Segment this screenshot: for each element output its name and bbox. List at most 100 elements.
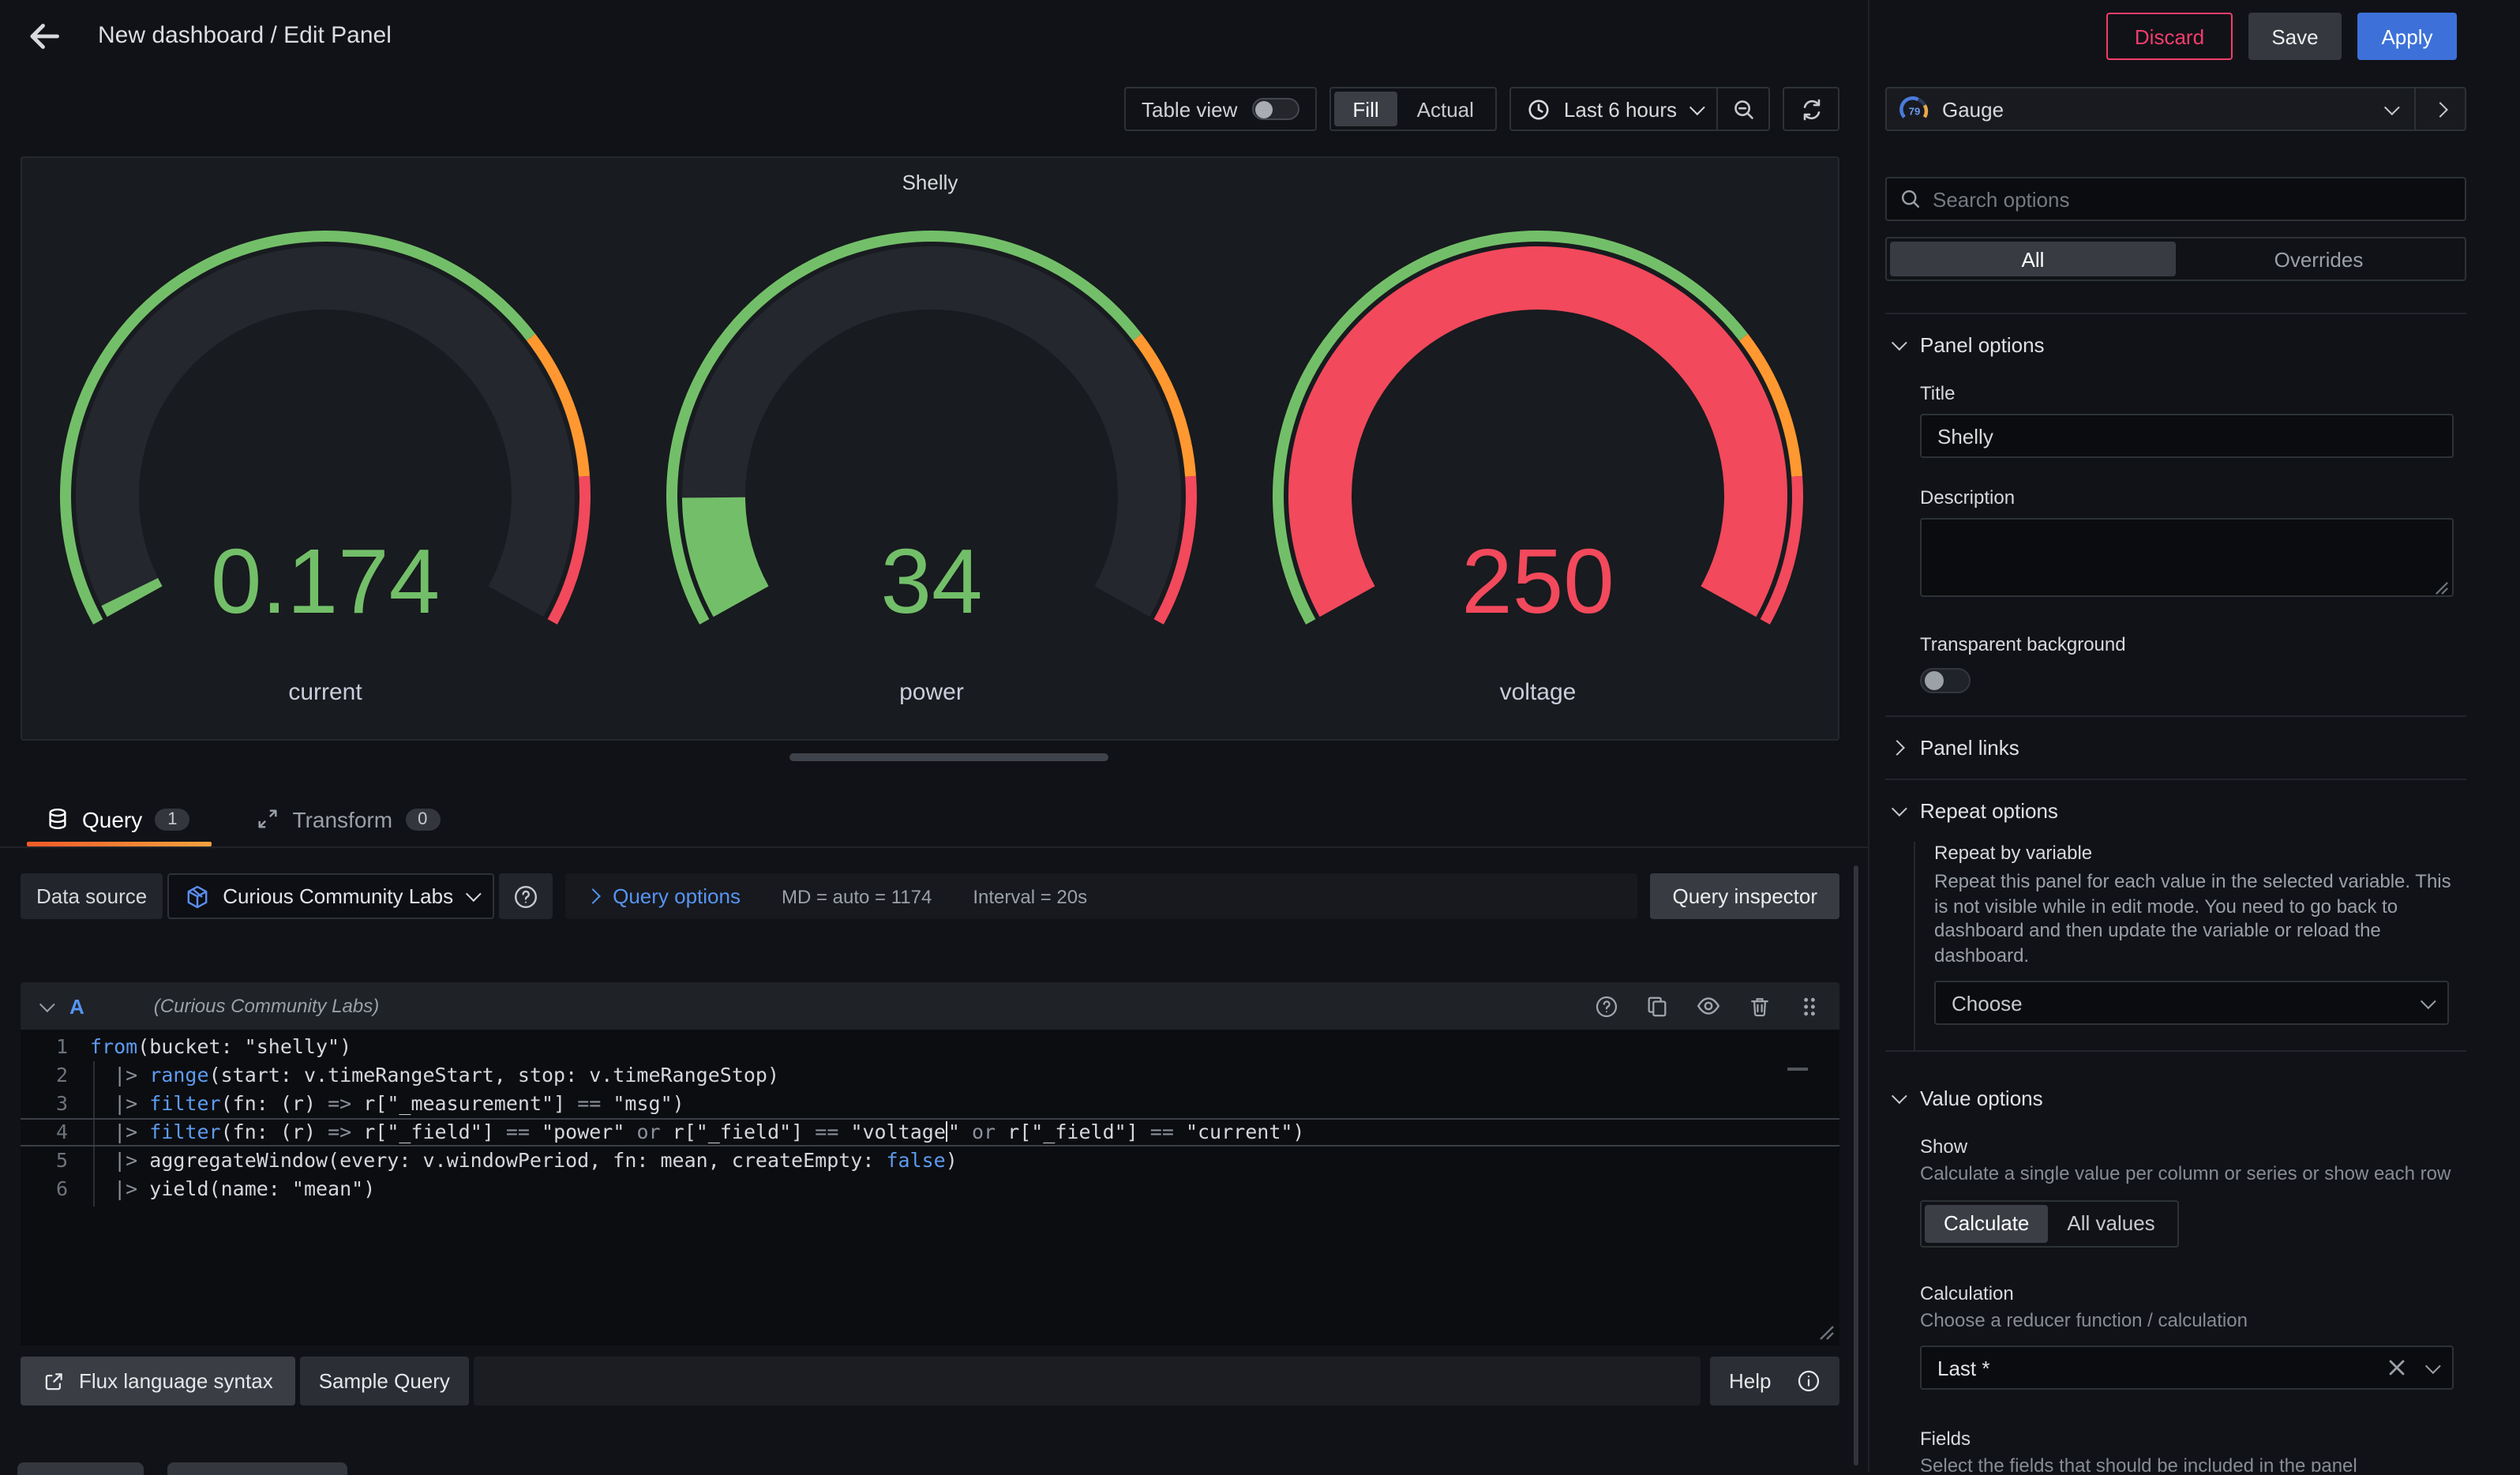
duplicate-query-button[interactable] [1645, 994, 1669, 1018]
panel-options-header[interactable]: Panel options [1885, 314, 2466, 363]
tab-transform-label: Transform [293, 806, 393, 831]
tab-transform[interactable]: Transform 0 [253, 785, 456, 846]
help-circle-icon [513, 884, 538, 909]
add-query-button-cut[interactable] [17, 1462, 144, 1475]
all-overrides-tabs: All Overrides [1885, 237, 2466, 281]
clear-icon[interactable] [2387, 1358, 2406, 1377]
tabs-divider [0, 846, 1868, 848]
zoom-out-button[interactable] [1718, 88, 1768, 129]
disable-query-button[interactable] [1696, 993, 1721, 1019]
gauge-current: 0.174current [22, 205, 628, 720]
datasource-help-button[interactable] [499, 873, 553, 919]
viz-name: Gauge [1942, 97, 2004, 121]
chevron-down-icon [2425, 1357, 2441, 1373]
repeat-description: Repeat this panel for each value in the … [1934, 870, 2466, 968]
visualization-picker[interactable]: 79 Gauge [1885, 87, 2466, 131]
back-arrow-icon[interactable] [25, 17, 63, 55]
datasource-name: Curious Community Labs [223, 884, 453, 908]
gauge-label: power [628, 679, 1235, 706]
fields-description: Select the fields that should be include… [1920, 1454, 2466, 1472]
calculate-button[interactable]: Calculate [1925, 1204, 2048, 1242]
fields-label: Fields [1920, 1428, 2466, 1450]
flux-syntax-button[interactable]: Flux language syntax [21, 1357, 295, 1406]
repeat-select-value: Choose [1952, 991, 2421, 1015]
code-line-6[interactable]: 6 |> yield(name: "mean") [21, 1175, 1839, 1203]
table-view-group: Table view [1124, 87, 1316, 131]
calculation-label: Calculation [1920, 1282, 2466, 1304]
panel-title-input[interactable] [1920, 414, 2454, 458]
delete-query-button[interactable] [1748, 994, 1772, 1018]
title-label: Title [1920, 382, 2466, 404]
query-help-button[interactable] [1595, 994, 1618, 1018]
table-view-toggle[interactable] [1251, 98, 1299, 120]
description-textarea[interactable] [1920, 518, 2454, 597]
query-count-badge: 1 [155, 808, 189, 830]
query-options-toggle[interactable]: Query options [587, 884, 741, 908]
panel-title: Shelly [22, 171, 1838, 194]
code-line-4[interactable]: 4 |> filter(fn: (r) => r["_field"] == "p… [21, 1118, 1839, 1147]
chevron-right-icon [2432, 101, 2448, 117]
sample-query-button[interactable]: Sample Query [300, 1357, 469, 1406]
query-options-label: Query options [613, 884, 741, 908]
grip-dots-icon [1798, 994, 1821, 1018]
drag-handle[interactable] [1798, 994, 1821, 1018]
panel-links-header[interactable]: Panel links [1885, 717, 2466, 779]
horizontal-scrollbar[interactable] [789, 753, 1108, 761]
eye-icon [1696, 993, 1721, 1019]
gauge-label: voltage [1235, 679, 1839, 706]
gauge-value: 250 [1461, 530, 1614, 632]
collapse-options-button[interactable] [2414, 88, 2465, 129]
chevron-down-icon [1689, 99, 1705, 114]
datasource-select[interactable]: Curious Community Labs [167, 873, 494, 919]
datasource-row: Data source Curious Community Labs Query… [21, 873, 1839, 919]
table-view-label: Table view [1142, 97, 1237, 121]
datasource-label: Data source [21, 873, 163, 919]
add-expression-button-cut[interactable] [167, 1462, 347, 1475]
gauge-power: 34power [628, 205, 1235, 720]
time-range-label: Last 6 hours [1564, 97, 1677, 121]
all-values-button[interactable]: All values [2048, 1204, 2173, 1242]
query-ref-id[interactable]: A [69, 994, 84, 1018]
repeat-options-header[interactable]: Repeat options [1885, 780, 2466, 829]
section-value-options: Value options Show Calculate a single va… [1885, 1050, 2466, 1472]
query-inspector-button[interactable]: Query inspector [1650, 873, 1839, 919]
chevron-down-icon [466, 886, 482, 902]
code-line-1[interactable]: 1from(bucket: "shelly") [21, 1033, 1839, 1061]
editor-resize-handle[interactable] [1819, 1325, 1835, 1341]
chevron-right-icon [585, 888, 601, 904]
tab-query[interactable]: Query 1 [43, 785, 206, 846]
value-options-header[interactable]: Value options [1885, 1052, 2466, 1117]
repeat-variable-select[interactable]: Choose [1934, 981, 2449, 1025]
external-link-icon [43, 1370, 65, 1392]
gauge-voltage: 250 voltage [1235, 205, 1839, 720]
fill-button[interactable]: Fill [1333, 92, 1397, 126]
collapse-query-icon[interactable] [39, 996, 55, 1011]
help-button[interactable]: Help [1710, 1357, 1839, 1406]
search-options-box[interactable] [1885, 177, 2466, 221]
vertical-scrollbar[interactable] [1854, 865, 1858, 1466]
query-row-header[interactable]: A (Curious Community Labs) [21, 982, 1839, 1030]
section-panel-links: Panel links [1885, 715, 2466, 779]
refresh-icon [1799, 97, 1823, 121]
show-label: Show [1920, 1135, 2466, 1158]
code-line-5[interactable]: 5 |> aggregateWindow(every: v.windowPeri… [21, 1147, 1839, 1175]
transform-count-badge: 0 [405, 808, 440, 830]
chevron-down-icon [1892, 335, 1907, 351]
transparent-bg-toggle[interactable] [1920, 668, 1971, 693]
code-line-3[interactable]: 3 |> filter(fn: (r) => r["_measurement"]… [21, 1090, 1839, 1118]
tab-all[interactable]: All [1890, 242, 2176, 276]
search-options-input[interactable] [1933, 187, 2452, 211]
code-line-2[interactable]: 2 |> range(start: v.timeRangeStart, stop… [21, 1061, 1839, 1090]
trash-icon [1748, 994, 1772, 1018]
flux-code-editor[interactable]: 1from(bucket: "shelly")2 |> range(start:… [21, 1030, 1839, 1346]
fold-widget[interactable] [1787, 1068, 1808, 1071]
tab-query-label: Query [82, 806, 142, 831]
time-picker-group: Last 6 hours [1510, 87, 1770, 131]
actual-button[interactable]: Actual [1398, 92, 1493, 126]
calculation-select[interactable]: Last * [1920, 1346, 2454, 1390]
flux-syntax-label: Flux language syntax [79, 1369, 273, 1393]
tab-overrides[interactable]: Overrides [2176, 242, 2462, 276]
refresh-button[interactable] [1783, 87, 1839, 131]
gauge-viz-icon: 79 [1899, 96, 1929, 122]
time-range-picker[interactable]: Last 6 hours [1512, 88, 1716, 129]
